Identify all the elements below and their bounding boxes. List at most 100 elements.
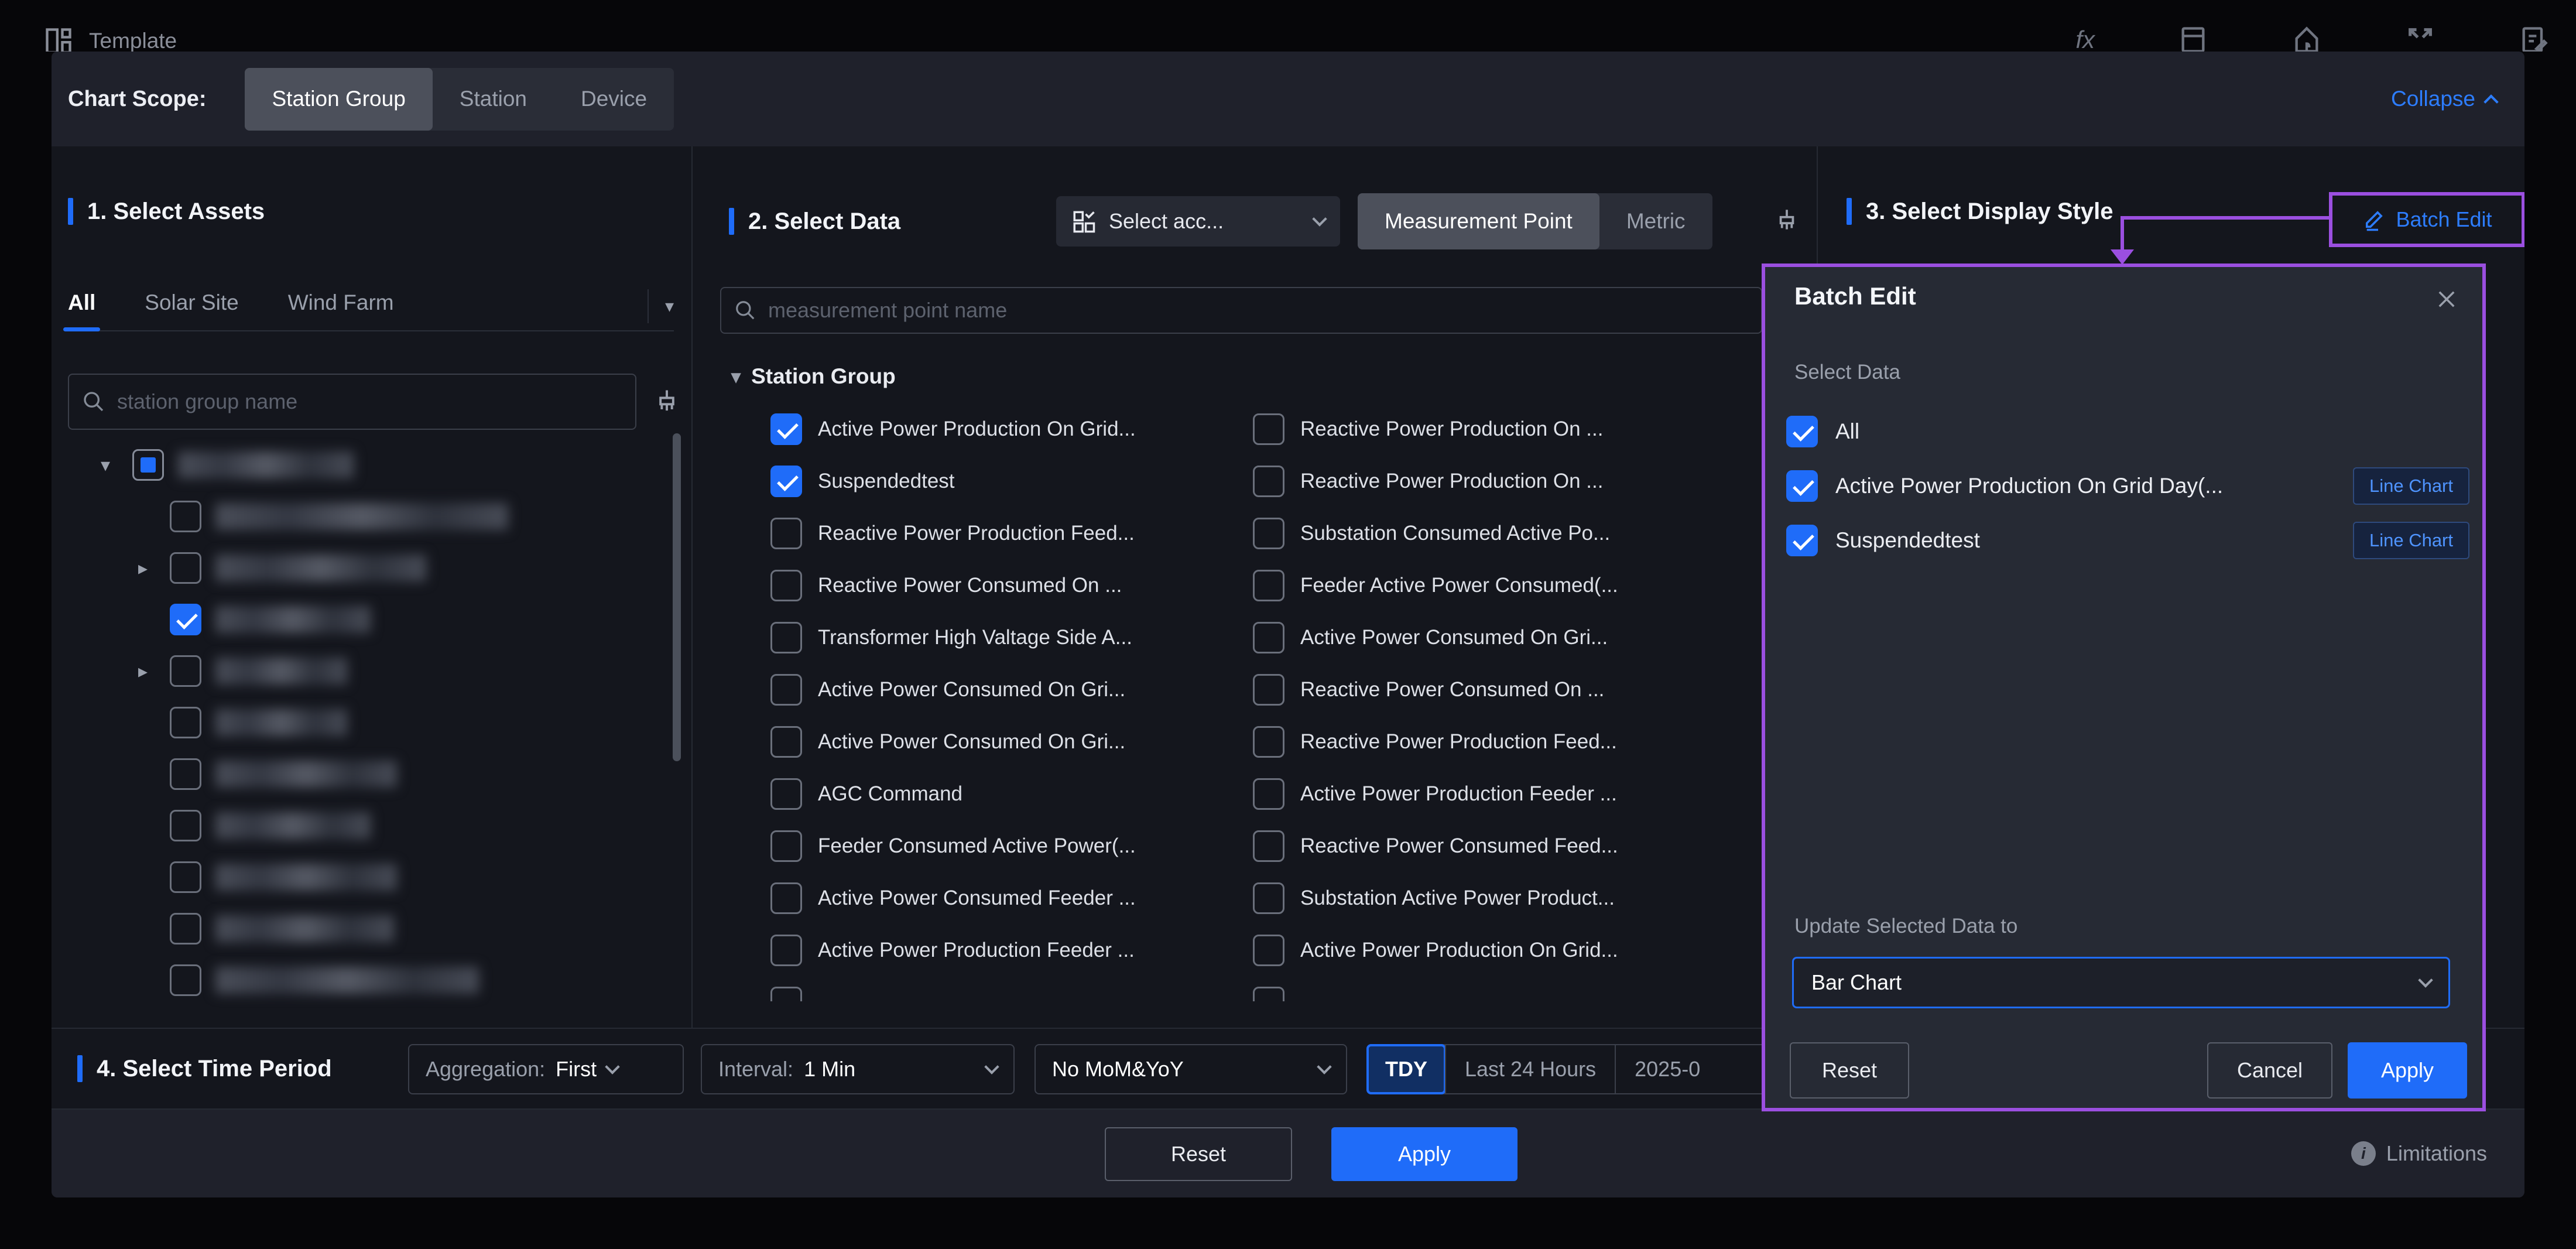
measurement-point-item[interactable]: Reactive Power Consumed Feed... [1253,820,1797,872]
scope-option-device[interactable]: Device [554,68,674,131]
calculator-icon[interactable] [2178,25,2208,52]
range-last-24-hours[interactable]: Last 24 Hours [1445,1045,1615,1093]
tree-checkbox[interactable] [170,707,201,738]
formula-fx-icon[interactable]: fx [2075,26,2095,52]
checkbox[interactable] [1253,518,1284,549]
measurement-point-item[interactable]: Reactive Power Production On ... [1253,455,1797,507]
measurement-point-item[interactable]: Active Power Production Feeder ... [1253,768,1797,820]
tree-checkbox[interactable] [170,501,201,532]
apply-button[interactable]: Apply [1331,1127,1517,1181]
tree-row[interactable] [52,645,670,697]
tree-row[interactable] [52,594,670,645]
dialog-reset-button[interactable]: Reset [1790,1042,1909,1099]
checkbox[interactable] [770,413,802,445]
mode-measurement-point[interactable]: Measurement Point [1358,193,1599,249]
measurement-point-item[interactable]: Transformer High Valtage Side A... [770,611,1239,663]
tree-checkbox[interactable] [170,964,201,996]
mode-metric[interactable]: Metric [1599,193,1712,249]
tree-row[interactable] [52,851,670,903]
measurement-point-item[interactable]: Feeder Active Power Consumed(... [1253,559,1797,611]
aggregation-dropdown[interactable]: Aggregation: First [408,1044,684,1094]
chart-type-select[interactable]: Bar Chart [1792,957,2450,1008]
station-group-node[interactable]: Station Group [731,364,896,389]
measurement-point-item[interactable]: AGC Command [770,768,1239,820]
measurement-point-item[interactable]: Active Power Production On Grid... [1253,924,1797,976]
broom-clear-icon[interactable] [1772,206,1801,235]
tree-row[interactable] [52,954,670,1006]
tree-checkbox[interactable] [170,552,201,584]
batch-edit-item[interactable]: All [1786,404,2469,458]
checkbox[interactable] [770,466,802,497]
measurement-point-item[interactable]: Active Power Production Feeder ... [770,924,1239,976]
measurement-point-item[interactable]: Reactive Power Production Feed... [770,507,1239,559]
tree-row[interactable] [52,800,670,851]
checkbox[interactable] [770,830,802,862]
comparison-dropdown[interactable]: No MoM&YoY [1034,1044,1347,1094]
measurement-point-item[interactable] [770,976,1239,1001]
measurement-point-item[interactable]: Active Power Consumed On Gri... [1253,611,1797,663]
tabs-overflow-caret-icon[interactable]: ▾ [665,296,674,317]
tree-row[interactable] [52,697,670,748]
checkbox[interactable] [1786,416,1818,447]
measurement-point-item[interactable]: Feeder Consumed Active Power(... [770,820,1239,872]
checkbox[interactable] [1253,778,1284,810]
tree-checkbox[interactable] [170,810,201,841]
measurement-point-search[interactable] [720,287,1762,334]
measurement-point-item[interactable]: Active Power Consumed Feeder ... [770,872,1239,924]
tab-solar-site[interactable]: Solar Site [145,286,238,330]
expand-icon[interactable] [2405,25,2435,52]
checkbox[interactable] [770,882,802,914]
checkbox[interactable] [1253,622,1284,653]
measurement-point-item[interactable]: Reactive Power Consumed On ... [770,559,1239,611]
measurement-point-item[interactable]: Active Power Consumed On Gri... [770,716,1239,768]
dialog-cancel-button[interactable]: Cancel [2207,1042,2332,1099]
batch-edit-item[interactable]: Suspendedtest Line Chart [1786,513,2469,567]
checkbox[interactable] [770,570,802,601]
tree-scrollbar[interactable] [673,433,681,761]
scope-option-station-group[interactable]: Station Group [245,68,432,131]
checkbox[interactable] [770,987,802,1002]
template-breadcrumb[interactable]: Template [43,26,177,52]
measurement-point-item[interactable]: Reactive Power Consumed On ... [1253,663,1797,716]
measurement-point-item[interactable]: Active Power Production On Grid... [770,403,1239,455]
station-group-search[interactable] [68,374,636,430]
measurement-point-item[interactable]: Substation Consumed Active Po... [1253,507,1797,559]
checkbox[interactable] [1253,726,1284,758]
reset-button[interactable]: Reset [1105,1127,1292,1181]
checkbox[interactable] [770,674,802,706]
interval-dropdown[interactable]: Interval: 1 Min [701,1044,1015,1094]
checkbox[interactable] [770,778,802,810]
tree-row[interactable] [52,542,670,594]
tab-all[interactable]: All [68,286,95,330]
tree-expand-icon[interactable] [130,660,156,682]
checkbox[interactable] [1253,882,1284,914]
tree-row[interactable] [52,439,670,491]
collapse-link[interactable]: Collapse [2391,87,2496,111]
notes-icon[interactable] [2519,25,2549,52]
scope-option-station[interactable]: Station [433,68,554,131]
checkbox[interactable] [1786,470,1818,502]
checkbox[interactable] [1253,570,1284,601]
checkbox[interactable] [1253,935,1284,966]
measurement-point-item[interactable] [1253,976,1797,1001]
close-icon[interactable] [2434,287,2459,312]
range-date-picker[interactable]: 2025-0 [1615,1045,1767,1093]
checkbox[interactable] [1253,413,1284,445]
home-icon[interactable] [2291,25,2322,52]
measurement-point-item[interactable]: Substation Active Power Product... [1253,872,1797,924]
tree-row[interactable] [52,748,670,800]
checkbox[interactable] [1786,525,1818,556]
tree-expand-icon[interactable] [130,557,156,579]
checkbox[interactable] [1253,674,1284,706]
checkbox[interactable] [770,935,802,966]
checkbox[interactable] [770,622,802,653]
checkbox[interactable] [1253,830,1284,862]
range-tdy[interactable]: TDY [1366,1044,1446,1094]
tree-checkbox[interactable] [170,604,201,635]
tree-expand-icon[interactable] [93,454,118,476]
broom-clear-icon[interactable] [652,386,682,417]
checkbox[interactable] [1253,987,1284,1002]
tree-expand-icon[interactable] [731,365,741,388]
tree-checkbox[interactable] [170,655,201,687]
dialog-apply-button[interactable]: Apply [2348,1042,2467,1099]
